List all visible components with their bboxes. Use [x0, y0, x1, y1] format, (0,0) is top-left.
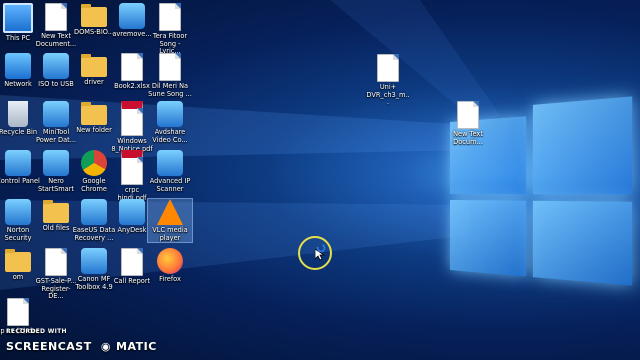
watermark-logo-icon: ◉ — [100, 340, 111, 353]
pdf-icon — [121, 101, 143, 136]
app-icon — [119, 199, 145, 225]
app-icon — [81, 248, 107, 274]
doc-icon — [121, 53, 143, 81]
app-icon — [157, 101, 183, 127]
desktop-icon-label: New Text Docum... — [453, 130, 483, 146]
folder-icon — [81, 4, 107, 27]
folder-icon — [81, 54, 107, 77]
app-icon — [5, 150, 31, 176]
vlc-icon — [157, 199, 183, 225]
doc-icon — [457, 101, 479, 129]
app-icon — [81, 199, 107, 225]
pdf-icon — [121, 150, 143, 185]
desktop-icon-label: Dil Meri Na Sune Song ... — [148, 82, 192, 98]
desktop-icon-dil-meri-na-sune-song[interactable]: Dil Meri Na Sune Song ... — [148, 53, 192, 98]
app-icon — [5, 199, 31, 225]
desktop-icon-uni-dvr-ch3-m[interactable]: Uni+ DVR_ch3_m... — [366, 54, 410, 107]
desktop-icon-avdshare-video-co[interactable]: Avdshare Video Co... — [148, 101, 192, 144]
desktop-icon-firefox[interactable]: Firefox — [148, 248, 192, 284]
folder-icon — [81, 102, 107, 125]
doc-icon — [45, 3, 67, 31]
desktop-icon-label: Uni+ DVR_ch3_m... — [366, 83, 410, 107]
folder-icon — [43, 200, 69, 223]
monitor-icon — [3, 3, 33, 33]
doc-icon — [121, 248, 143, 276]
watermark-line2: SCREENCAST — [6, 340, 92, 353]
doc-icon — [7, 298, 29, 326]
desktop-icon-label: Firefox — [159, 275, 181, 283]
desktop-icon-advanced-ip-scanner[interactable]: Advanced IP Scanner — [148, 150, 192, 193]
chrome-icon — [81, 150, 107, 176]
desktop-icon-tera-fitoor-song-lyric[interactable]: Tera Fitoor Song - Lyric... — [148, 3, 192, 56]
desktop-icon-label: Avdshare Video Co... — [152, 128, 188, 144]
network-icon — [5, 53, 31, 79]
watermark-line1: RECORDED WITH — [6, 328, 67, 335]
doc-icon — [377, 54, 399, 82]
doc-icon — [45, 248, 67, 276]
bin-icon — [8, 101, 28, 127]
desktop-icon-new-text-docum[interactable]: New Text Docum... — [446, 101, 490, 146]
app-icon — [43, 53, 69, 79]
firefox-icon — [157, 248, 183, 274]
desktop-icon-vlc-media-player[interactable]: VLC media player — [147, 197, 193, 244]
app-icon — [119, 3, 145, 29]
watermark-line3: MATIC — [116, 340, 157, 353]
app-icon — [43, 101, 69, 127]
app-icon — [157, 150, 183, 176]
screencast-watermark: RECORDED WITH SCREENCAST ◉ MATIC — [6, 328, 157, 354]
busy-spinner-icon — [316, 243, 326, 253]
app-icon — [43, 150, 69, 176]
folder-icon — [5, 249, 31, 272]
doc-icon — [159, 53, 181, 81]
desktop-icon-label: VLC media player — [152, 226, 188, 242]
desktop-icon-label: Advanced IP Scanner — [149, 177, 191, 193]
doc-icon — [159, 3, 181, 31]
